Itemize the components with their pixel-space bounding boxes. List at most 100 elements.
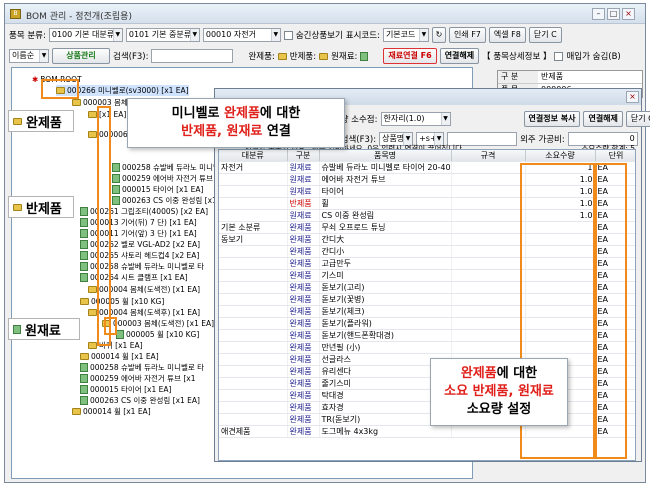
table-cell <box>219 353 288 367</box>
tree-node[interactable]: 000015 타이어 [x1 EA] <box>112 184 203 195</box>
root-icon: ✱ <box>32 75 39 84</box>
table-cell <box>451 281 526 295</box>
table-cell: 간디大 <box>319 233 452 247</box>
table-cell: 간디小 <box>319 245 452 259</box>
col-header[interactable]: 소요수량 <box>525 150 596 163</box>
table-cell <box>451 269 526 283</box>
class1-select[interactable]: 0100 기본 대분류 ▼ <box>48 28 123 42</box>
table-cell <box>451 317 526 331</box>
table-cell: 반제품 <box>287 197 320 211</box>
table-cell: 기본 소분류 <box>219 221 288 235</box>
sort-select[interactable]: 이름순 ▼ <box>9 49 49 63</box>
hide-products-checkbox[interactable] <box>283 30 293 40</box>
barcode-label: 표시코드: <box>345 31 380 41</box>
table-cell: 휠 <box>319 197 452 211</box>
table-cell <box>219 185 288 199</box>
table-cell: 에어바 자전거 튜브 <box>319 173 452 187</box>
table-cell: 원재료 <box>287 173 320 187</box>
unlink-button[interactable]: 연결해제 <box>439 48 480 64</box>
col-header[interactable]: 단위 <box>595 150 635 163</box>
dialog-unlink-button[interactable]: 연결해제 <box>583 111 623 127</box>
tree-node[interactable]: 000005 휠 [x10 KG] <box>80 296 164 307</box>
buy-hide-label: 매입가 숨김(B) <box>566 52 621 62</box>
tree-node[interactable]: 000259 에어바 자전거 튜브 <box>112 173 213 184</box>
table-cell <box>219 365 288 379</box>
table-cell <box>219 173 288 187</box>
dialog-close-icon[interactable]: × <box>626 91 639 103</box>
tree-node[interactable]: 000014 휠 [x1 EA] <box>80 351 159 362</box>
refresh-button[interactable]: ↻ <box>431 27 446 43</box>
table-cell: 완제품 <box>287 425 320 439</box>
dialog-close-button[interactable]: 닫기 C <box>625 111 650 127</box>
search-input[interactable] <box>151 49 234 63</box>
raw-icon <box>80 207 88 216</box>
finished-folder-icon <box>277 52 287 60</box>
raw-icon <box>116 330 124 339</box>
table-cell <box>451 161 526 175</box>
window-title: BOM 관리 - 정전개(조립용) <box>26 12 132 22</box>
raw-icon <box>80 374 88 383</box>
table-cell: 원재료 <box>287 161 320 175</box>
folder-icon <box>88 286 97 293</box>
class3-select[interactable]: 00010 자전거 ▼ <box>202 28 281 42</box>
raw-icon <box>112 163 120 172</box>
close-button[interactable]: 닫기 C <box>528 27 562 43</box>
legend-finished-label: 완제품: <box>248 52 275 62</box>
table-cell <box>451 329 526 343</box>
product-management-button[interactable]: 상품관리 <box>52 48 110 64</box>
tree-node[interactable]: 000263 CS 이중 완성림 [x1 <box>112 195 217 206</box>
material-link-button[interactable]: 재료연결 F6 <box>383 48 437 64</box>
col-header[interactable]: 대분류 <box>219 150 288 163</box>
table-cell <box>451 341 526 355</box>
copy-link-button[interactable]: 연결정보 복사 <box>523 111 581 127</box>
tree-node[interactable]: 000263 CS 이중 완성림 [x1 EA] <box>80 395 200 406</box>
buy-hide-checkbox[interactable] <box>554 51 564 61</box>
table-cell <box>451 209 526 223</box>
col-header[interactable]: 품목명 <box>319 150 452 163</box>
excel-button[interactable]: 엑셀 F8 <box>488 27 526 43</box>
tree-node[interactable]: 000259 에어바 자전거 튜브 [x1 <box>80 373 196 384</box>
table-cell: 완제품 <box>287 233 320 247</box>
table-cell <box>451 185 526 199</box>
table-cell <box>451 293 526 307</box>
tree-node[interactable]: 000005 휠 [x10 KG] <box>116 329 199 340</box>
raw-icon <box>80 385 88 394</box>
table-cell: 완제품 <box>287 293 320 307</box>
table-cell <box>451 257 526 271</box>
table-cell <box>219 197 288 211</box>
raw-material-icon <box>13 324 21 334</box>
dialog-toolbar-1: 요수량 소수점: 한자리(1.0)▼ 연결정보 복사 연결해제 닫기 C <box>325 111 650 127</box>
table-cell: 완제품 <box>287 353 320 367</box>
close-window-button[interactable]: × <box>622 8 635 20</box>
table-cell <box>219 413 288 427</box>
maximize-button[interactable]: □ <box>607 8 620 20</box>
decimal-select[interactable]: 한자리(1.0) ▼ <box>380 112 451 126</box>
table-cell <box>219 257 288 271</box>
detail-key: 구 분 <box>498 71 538 83</box>
table-cell: 완제품 <box>287 269 320 283</box>
table-cell: 무쇠 오프로드 튜닝 <box>319 221 452 235</box>
table-cell <box>219 341 288 355</box>
table-cell: CS 이중 완성림 <box>319 209 452 223</box>
barcode-select[interactable]: 기본코드 ▼ <box>382 28 429 42</box>
tree-node[interactable]: 000015 타이어 [x1 EA] <box>80 384 171 395</box>
table-cell: 완제품 <box>287 305 320 319</box>
table-cell: 완제품 <box>287 245 320 259</box>
highlight-semi <box>97 106 111 346</box>
minimize-button[interactable]: – <box>592 8 605 20</box>
col-header[interactable]: 규격 <box>451 150 526 163</box>
col-header[interactable]: 구분 <box>287 150 320 163</box>
folder-icon <box>80 353 89 360</box>
hide-products-label: 숨긴상품보기 <box>295 31 343 41</box>
class2-select[interactable]: 0101 기본 중분류 ▼ <box>125 28 200 42</box>
detail-value: 반제품 <box>541 72 564 81</box>
raw-icon <box>112 196 120 205</box>
table-header: 대분류 구분 품목명 규격 소요수량 단위 <box>219 150 635 163</box>
tree-node[interactable]: 000258 슈발베 듀라노 미니벨로 타 <box>80 362 204 373</box>
table-cell <box>451 305 526 319</box>
tree-node[interactable]: 000003 몸체(도색전) [x1 EA] <box>102 318 214 329</box>
tree-node[interactable]: 000014 휠 [x1 EA] <box>72 406 151 417</box>
highlight-finished <box>41 79 79 99</box>
print-button[interactable]: 인쇄 F7 <box>448 27 486 43</box>
table-cell <box>219 305 288 319</box>
